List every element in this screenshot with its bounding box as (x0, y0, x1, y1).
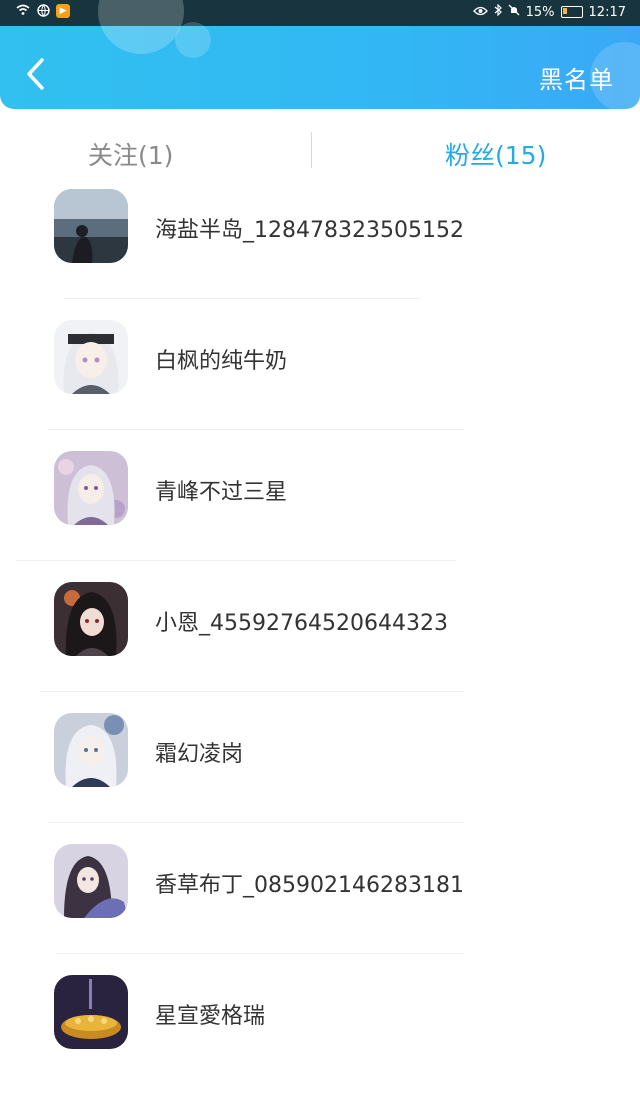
username: 青峰不过三星 (155, 480, 288, 505)
list-item[interactable]: 香草布丁_085902146283181 (0, 841, 640, 971)
status-bar: ▶ 15% 12:17 (0, 0, 640, 26)
username: 白枫的纯牛奶 (155, 349, 288, 374)
tab-fans[interactable]: 粉丝(15) (445, 136, 546, 172)
battery-icon (560, 6, 583, 18)
avatar-seaside[interactable] (54, 189, 128, 263)
row-divider (48, 429, 464, 430)
eye-icon (472, 5, 488, 20)
decorative-bubble (98, 0, 184, 54)
globe-icon (36, 4, 50, 18)
app-notification-icon: ▶ (56, 4, 70, 18)
avatar-dark-hair-anime[interactable] (54, 582, 128, 656)
blacklist-button[interactable]: 黑名单 (539, 60, 614, 95)
back-button[interactable] (22, 56, 52, 92)
mute-bell-icon (508, 4, 520, 20)
avatar-purple-anime[interactable] (54, 844, 128, 918)
tab-following[interactable]: 关注(1) (88, 136, 173, 172)
username: 小恩_45592764520644323 (155, 611, 448, 636)
avatar-anime-girl-flowers[interactable] (54, 451, 128, 525)
list-item[interactable]: 青峰不过三星 (0, 448, 640, 578)
tab-divider (311, 132, 312, 168)
username: 星宣愛格瑞 (155, 1004, 266, 1029)
row-divider (48, 822, 464, 823)
username: 海盐半岛_128478323505152 (155, 218, 464, 243)
row-divider (16, 560, 456, 561)
chevron-left-icon (27, 58, 44, 90)
list-item[interactable]: 海盐半岛_128478323505152 (0, 186, 640, 316)
follow-fans-tabs: 关注(1) 粉丝(15) (0, 132, 640, 176)
bluetooth-icon (494, 3, 502, 20)
username: 香草布丁_085902146283181 (155, 873, 464, 898)
avatar-white-hair-anime[interactable] (54, 320, 128, 394)
list-item[interactable]: 星宣愛格瑞 (0, 972, 640, 1102)
wifi-icon (16, 4, 30, 18)
decorative-bubble (175, 22, 211, 58)
list-item[interactable]: 霜幻凌岗 (0, 710, 640, 840)
avatar-golden-crown[interactable] (54, 975, 128, 1049)
status-bar-right: 15% 12:17 (472, 3, 626, 20)
app-header: ▶ 15% 12:17 黑名单 (0, 0, 640, 109)
list-item[interactable]: 白枫的纯牛奶 (0, 317, 640, 447)
battery-percent: 15% (525, 4, 555, 20)
row-divider (40, 691, 464, 692)
clock: 12:17 (588, 4, 626, 20)
row-divider (64, 298, 420, 299)
status-bar-left: ▶ (16, 4, 70, 18)
username: 霜幻凌岗 (155, 742, 244, 767)
avatar-silver-hair-anime[interactable] (54, 713, 128, 787)
list-item[interactable]: 小恩_45592764520644323 (0, 579, 640, 709)
row-divider (56, 953, 464, 954)
